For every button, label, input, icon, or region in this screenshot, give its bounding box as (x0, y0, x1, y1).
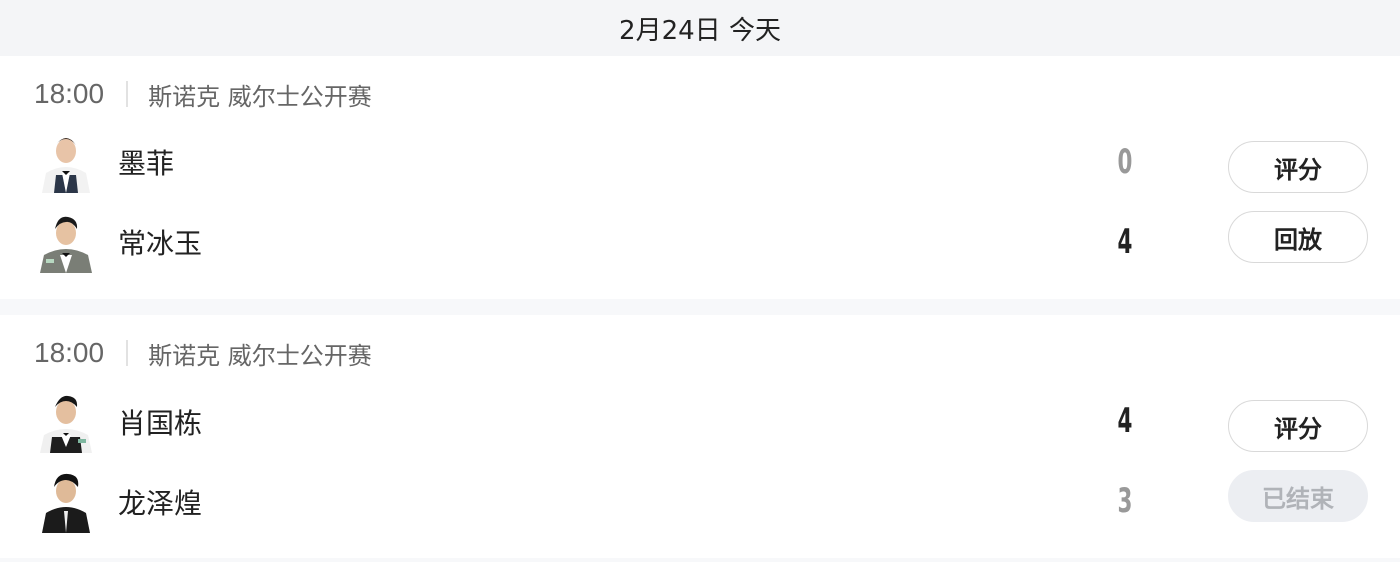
player-row: 肖国栋 (38, 390, 202, 454)
rate-button[interactable]: 评分 (1228, 400, 1368, 452)
player-name: 龙泽煌 (118, 487, 203, 520)
player-row: 龙泽煌 (38, 470, 202, 534)
match-meta: 18:00 斯诺克 威尔士公开赛 (34, 335, 372, 371)
player-avatar-icon (38, 391, 94, 453)
replay-button[interactable]: 回放 (1228, 211, 1368, 263)
match-time: 18:00 (34, 78, 105, 109)
section-separator (0, 299, 1400, 315)
player-score: 0 (1117, 142, 1133, 182)
meta-divider (126, 340, 129, 366)
player-score: 3 (1117, 481, 1133, 521)
section-separator (0, 558, 1400, 562)
player-score: 4 (1117, 222, 1133, 262)
player-name: 肖国栋 (118, 407, 203, 440)
player-row: 墨菲 (38, 130, 174, 194)
player-avatar-icon (38, 131, 94, 193)
match-card[interactable]: 18:00 斯诺克 威尔士公开赛 墨菲 0 评分 常冰玉 4 回放 (0, 56, 1400, 299)
match-meta: 18:00 斯诺克 威尔士公开赛 (34, 76, 372, 112)
date-header-label: 2月24日 今天 (619, 15, 781, 46)
date-header: 2月24日 今天 (0, 0, 1400, 56)
match-time: 18:00 (34, 337, 105, 368)
match-card[interactable]: 18:00 斯诺克 威尔士公开赛 肖国栋 4 评分 龙泽煌 3 已结束 (0, 315, 1400, 558)
meta-divider (126, 81, 129, 107)
player-row: 常冰玉 (38, 210, 202, 274)
league-name: 斯诺克 威尔士公开赛 (148, 341, 372, 370)
player-avatar-icon (38, 211, 94, 273)
player-name: 常冰玉 (118, 227, 203, 260)
rate-button[interactable]: 评分 (1228, 141, 1368, 193)
league-name: 斯诺克 威尔士公开赛 (148, 82, 372, 111)
player-name: 墨菲 (118, 147, 175, 180)
player-avatar-icon (38, 471, 94, 533)
ended-button: 已结束 (1228, 470, 1368, 522)
player-score: 4 (1117, 401, 1133, 441)
